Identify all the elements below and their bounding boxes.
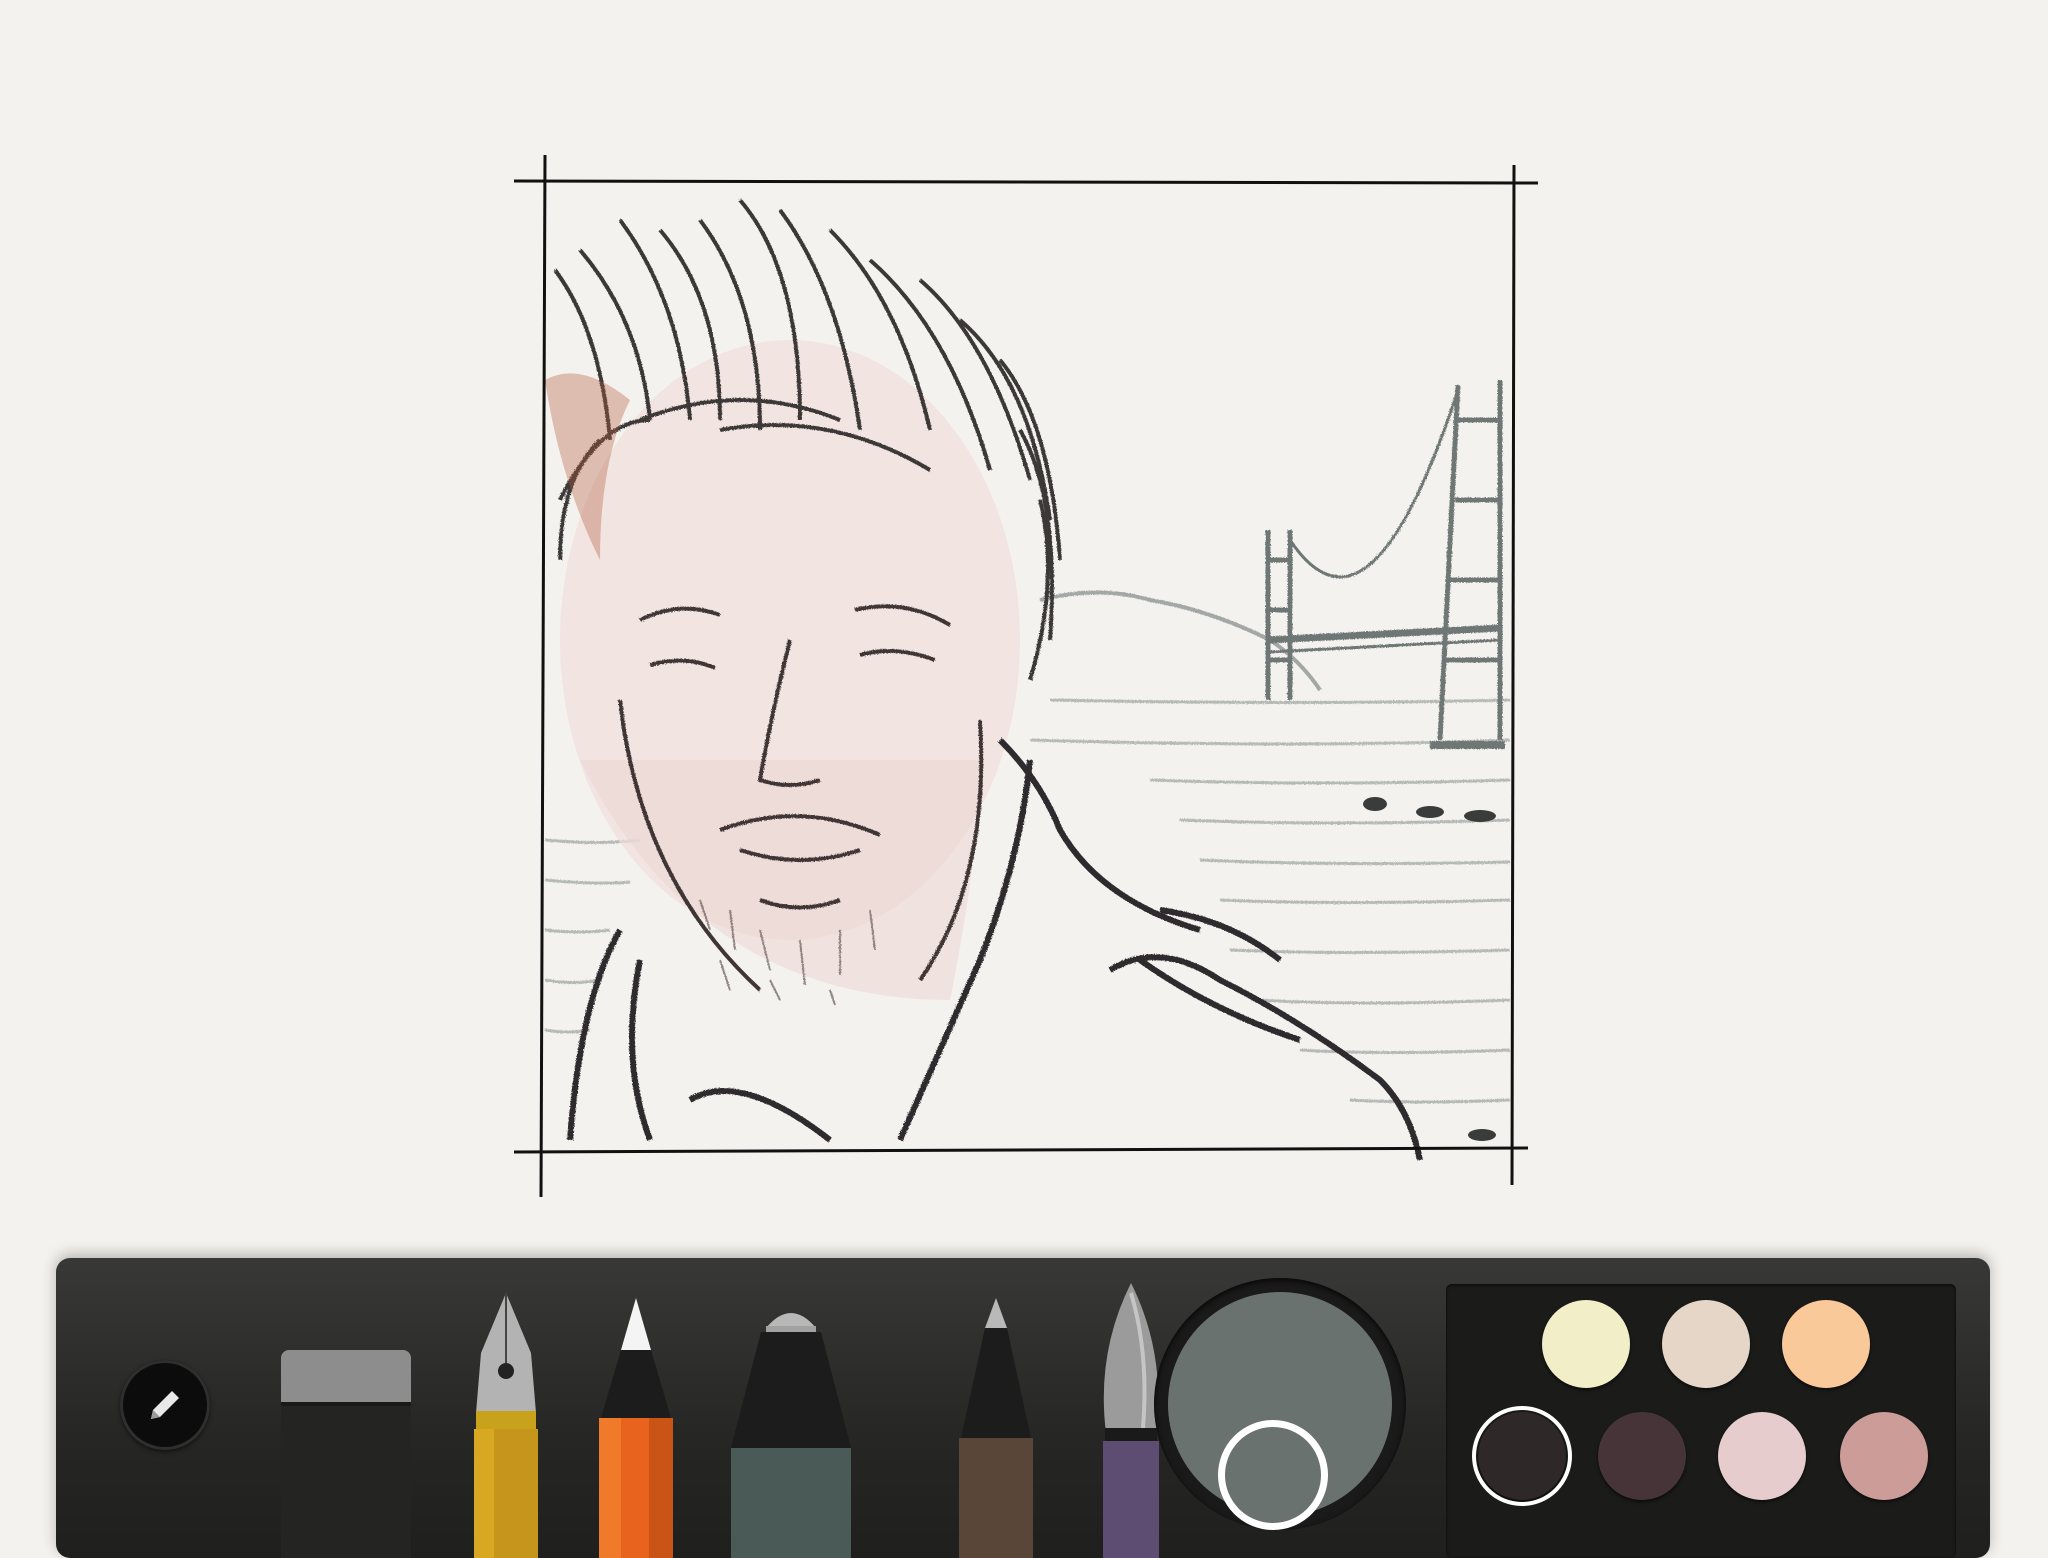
pencil-icon (599, 1298, 673, 1558)
pencil-edit-icon (151, 1391, 179, 1419)
eraser-icon (281, 1350, 411, 1558)
color-swatch-7[interactable] (1840, 1412, 1928, 1500)
fineliner-icon (959, 1298, 1033, 1558)
color-swatch-4[interactable] (1472, 1406, 1572, 1506)
fountain-pen-icon (474, 1293, 538, 1558)
color-picker-button[interactable] (1154, 1278, 1406, 1530)
rocks (1363, 797, 1496, 1141)
fineliner-tool[interactable] (951, 1298, 1041, 1558)
fountain-pen-tool[interactable] (466, 1293, 546, 1558)
bridge-drawing (1265, 380, 1505, 749)
color-swatch-1[interactable] (1542, 1300, 1630, 1388)
color-swatch-6[interactable] (1718, 1412, 1806, 1500)
tool-palette (56, 1258, 1990, 1558)
menu-button[interactable] (120, 1360, 210, 1450)
current-color-indicator (1218, 1420, 1328, 1530)
color-swatch-2[interactable] (1662, 1300, 1750, 1388)
drawing-canvas[interactable] (0, 0, 2048, 1250)
eraser-tool[interactable] (276, 1350, 416, 1558)
pencil-tool[interactable] (591, 1298, 681, 1558)
color-swatch-5[interactable] (1598, 1412, 1686, 1500)
sketch-drawing (513, 154, 1539, 1198)
marker-tool[interactable] (721, 1298, 861, 1558)
color-swatch-3[interactable] (1782, 1300, 1870, 1388)
marker-icon (731, 1313, 851, 1558)
color-swatches-panel (1446, 1284, 1956, 1558)
